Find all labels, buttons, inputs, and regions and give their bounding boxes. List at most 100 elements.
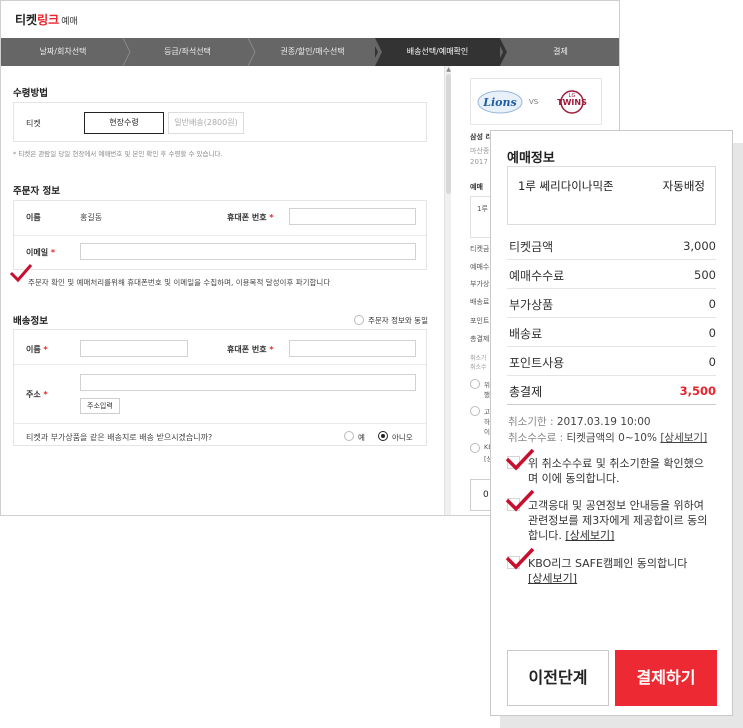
address-search-button[interactable]: 주소입력 [80, 398, 120, 414]
booking-steps: 날짜/회차선택 등급/좌석선택 권종/할인/매수선택 배송선택/예매확인 결제 [1, 38, 619, 66]
cancel-fee: 취소수수료 : 티켓금액의 0~10% [상세보기] [508, 430, 707, 445]
agree-radio-partial[interactable] [470, 406, 480, 416]
fee-row-booking-fee: 예매수수료 500 [507, 260, 716, 289]
delivery-address-label: 주소 * [26, 390, 48, 399]
total-label: 총결제 [509, 385, 543, 399]
receive-note: * 티켓은 관람일 당일 현장에서 예매번호 및 본인 확인 후 수령할 수 있… [13, 150, 223, 158]
agree-text-1-body: 위 취소수수료 및 취소기한을 확인했으며 이에 동의합니다. [528, 457, 704, 485]
fee-label: 포인트사용 [509, 356, 565, 370]
same-address-yes-label: 예 [358, 433, 365, 442]
twins-logo-icon: LG TWINS [557, 90, 587, 114]
step-grade-seat[interactable]: 등급/좌석선택 [125, 38, 250, 66]
fee-row-points: 포인트사용 0 [507, 347, 716, 376]
receive-method-title: 수령방법 [13, 88, 48, 99]
booking-summary-panel: 예매정보 1루 쎄리다이나믹존 자동배정 티켓금액 3,000 예매수수료 50… [490, 130, 733, 716]
match-venue-partial: 마산종 [470, 147, 490, 155]
form-scrollbar[interactable]: ▲ [444, 66, 452, 515]
orderer-email-input[interactable] [80, 243, 416, 260]
total-value: 3,500 [679, 384, 716, 398]
fee-label: 티켓금액 [509, 240, 554, 254]
agree-detail-link-3[interactable]: [상세보기] [528, 572, 577, 585]
summary-title: 예매정보 [507, 151, 555, 166]
same-as-orderer-radio[interactable] [354, 315, 364, 325]
seat-name: 1루 쎄리다이나믹존 [518, 179, 614, 193]
svg-text:Lions: Lions [482, 96, 516, 109]
agree-text-2: 고객응대 및 공연정보 안내등을 위하여 관련정보를 제3자에게 제공합이르 동… [528, 498, 708, 543]
fee-row-total: 총결제 3,500 [507, 376, 716, 405]
agree-radio-partial[interactable] [470, 443, 480, 453]
match-date-partial: 2017 [470, 158, 488, 166]
receive-method-box: 티켓 현장수령 일반배송(2800원) [13, 102, 427, 142]
agree-detail-link-2[interactable]: [상세보기] [565, 529, 614, 542]
fee-value: 3,000 [683, 239, 716, 253]
onsite-pickup-button[interactable]: 현장수령 [84, 112, 164, 134]
delivery-name-label-text: 이름 [26, 345, 41, 354]
row-divider [14, 364, 426, 365]
same-address-yes-radio[interactable] [344, 431, 354, 441]
step-delivery-confirm[interactable]: 배송선택/예매확인 [375, 38, 500, 66]
cancel-fee-value: 티켓금액의 0~10% [566, 432, 657, 444]
orderer-phone-input[interactable] [289, 208, 416, 225]
row-divider [14, 235, 426, 236]
fee-partial: 예매수 [470, 263, 490, 271]
delivery-address-label-text: 주소 [26, 390, 41, 399]
cancel-deadline: 취소기한 : 2017.03.19 10:00 [508, 414, 651, 429]
step-chevron-icon [371, 38, 382, 66]
delivery-info-box: 이름 * 휴대폰 번호 * 주소 * 주소입력 티켓과 부가상품을 같은 배송지… [13, 329, 427, 446]
agree-text-3: KBO리그 SAFE캠페인 동의합니다 [상세보기] [528, 556, 708, 586]
cancel-partial: 취소수 [470, 364, 487, 371]
fee-value: 500 [694, 268, 716, 282]
fee-partial: 포인트 [470, 317, 490, 325]
fee-partial: 총결제 [470, 335, 490, 343]
delivery-name-input[interactable] [80, 340, 188, 357]
agree-text-3-body: KBO리그 SAFE캠페인 동의합니다 [528, 557, 688, 570]
fee-partial: 배송료 [470, 298, 490, 306]
orderer-phone-label-text: 휴대폰 번호 [227, 213, 267, 222]
fee-label: 배송료 [509, 327, 543, 341]
fee-value: 0 [708, 297, 716, 311]
step-chevron-icon [247, 38, 256, 66]
agree-text-2-body: 고객응대 및 공연정보 안내등을 위하여 관련정보를 제3자에게 제공합이르 동… [528, 499, 708, 542]
logo-accent: 링크 [37, 13, 60, 27]
match-title-partial: 삼성 리 [470, 133, 492, 141]
pay-button[interactable]: 결제하기 [615, 650, 717, 706]
orderer-name-value: 홍길동 [80, 213, 103, 222]
standard-delivery-button[interactable]: 일반배송(2800원) [168, 112, 244, 134]
orderer-info-title: 주문자 정보 [13, 186, 61, 197]
cancel-partial: 취소기 [470, 355, 487, 362]
ticket-label: 티켓 [26, 119, 41, 128]
delivery-address-input[interactable] [80, 374, 416, 391]
fee-partial: 티켓금 [470, 245, 490, 253]
same-address-question: 티켓과 부가상품을 같은 배송지로 배송 받으시겠습니까? [26, 433, 213, 442]
prev-step-button[interactable]: 이전단계 [507, 650, 609, 706]
agree-text-1: 위 취소수수료 및 취소기한을 확인했으며 이에 동의합니다. [528, 456, 708, 486]
match-teams: Lions VS LG TWINS [470, 78, 602, 125]
booking-form: 수령방법 티켓 현장수령 일반배송(2800원) * 티켓은 관람일 당일 현장… [1, 66, 444, 515]
orderer-consent-text: 주문자 확인 및 예매처리를위해 휴대폰번호 및 이메일을 수집하며, 이용목적… [28, 278, 331, 287]
seat-info-box: 1루 쎄리다이나믹존 자동배정 [507, 166, 716, 225]
delivery-name-label: 이름 * [26, 345, 48, 354]
ticketlink-logo[interactable]: 티켓링크 예매 [15, 11, 78, 28]
orderer-name-label: 이름 [26, 213, 41, 222]
delivery-phone-input[interactable] [289, 340, 416, 357]
fee-label: 부가상품 [509, 298, 554, 312]
step-date-session[interactable]: 날짜/회차선택 [1, 38, 125, 66]
agree-radio-partial[interactable] [470, 379, 480, 389]
same-address-no-radio[interactable] [378, 431, 388, 441]
orderer-email-label-text: 이메일 [26, 248, 49, 257]
cancel-fee-label: 취소수수료 : [508, 432, 567, 444]
summary-heading-partial: 예매 [470, 183, 483, 191]
cancel-detail-link[interactable]: [상세보기] [660, 432, 707, 444]
prev-button-partial-text: 0 [483, 490, 489, 500]
total-divider [507, 404, 716, 405]
orderer-phone-label: 휴대폰 번호 * [227, 213, 274, 222]
fee-row-addon: 부가상품 0 [507, 289, 716, 318]
scroll-up-icon[interactable]: ▲ [445, 66, 452, 73]
same-address-no-label: 아니오 [392, 433, 413, 442]
cancel-deadline-label: 취소기한 : [508, 416, 557, 428]
fee-label: 예매수수료 [509, 269, 565, 283]
delivery-phone-label-text: 휴대폰 번호 [227, 345, 267, 354]
scroll-thumb[interactable] [446, 74, 451, 194]
step-ticket-type[interactable]: 권종/할인/매수선택 [250, 38, 375, 66]
step-payment[interactable]: 결제 [500, 38, 619, 66]
